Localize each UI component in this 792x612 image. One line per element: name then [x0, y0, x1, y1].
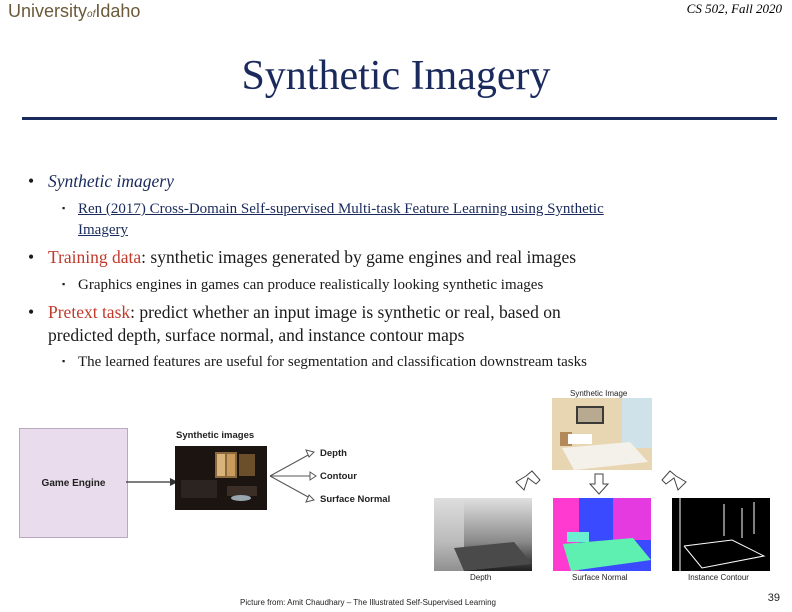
bullet-training-data: • Training data: synthetic images generat… — [28, 246, 576, 268]
reference-link[interactable]: Ren (2017) Cross-Domain Self-supervised … — [78, 201, 604, 217]
sub-bullet-reference: ▪ Ren (2017) Cross-Domain Self-supervised… — [62, 199, 604, 218]
title-divider — [22, 117, 777, 120]
output-depth-label: Depth — [320, 448, 347, 459]
reference-link-cont[interactable]: Imagery — [78, 222, 128, 238]
bullet-lead: Pretext task — [48, 302, 131, 322]
surface-normal-image — [553, 498, 651, 571]
sub-bullet-reference-cont: Imagery — [78, 221, 128, 239]
surface-normal-caption: Surface Normal — [572, 573, 628, 582]
game-engine-label: Game Engine — [41, 477, 106, 489]
instance-contour-image — [672, 498, 770, 571]
bullet-pretext-task-cont: predicted depth, surface normal, and ins… — [48, 324, 464, 346]
logo-text-idaho: Idaho — [95, 1, 141, 21]
bullet-text: : predict whether an input image is synt… — [130, 302, 561, 322]
sub-bullet-features: ▪ The learned features are useful for seg… — [62, 352, 587, 371]
output-contour-label: Contour — [320, 471, 357, 482]
depth-caption: Depth — [470, 573, 492, 582]
sub-bullet-text: Graphics engines in games can produce re… — [78, 277, 544, 293]
synthetic-room-image — [175, 446, 267, 510]
square-bullet-icon: ▪ — [62, 203, 66, 213]
instance-contour-caption: Instance Contour — [688, 573, 749, 582]
bullet-text-cont: predicted depth, surface normal, and ins… — [48, 325, 465, 345]
picture-credit: Picture from: Amit Chaudhary – The Illus… — [240, 598, 496, 607]
output-surface-normal-label: Surface Normal — [320, 494, 391, 505]
bullet-text: Synthetic imagery — [48, 171, 174, 191]
square-bullet-icon: ▪ — [62, 356, 66, 366]
game-engine-box: Game Engine — [19, 428, 128, 538]
bullet-pretext-task: • Pretext task: predict whether an input … — [28, 301, 561, 323]
sub-bullet-graphics: ▪ Graphics engines in games can produce r… — [62, 275, 543, 294]
logo-text-university: University — [8, 1, 88, 21]
bullet-dot-icon: • — [28, 247, 35, 267]
output-arrows — [269, 449, 317, 503]
bullet-synthetic-imagery: • Synthetic imagery — [28, 170, 174, 192]
course-label: CS 502, Fall 2020 — [686, 1, 782, 16]
slide-title: Synthetic Imagery — [241, 53, 551, 99]
bullet-dot-icon: • — [28, 171, 35, 191]
synthetic-images-label: Synthetic images — [176, 430, 255, 441]
downward-arrows — [515, 470, 687, 495]
depth-map-image — [434, 498, 532, 571]
page-number: 39 — [767, 592, 780, 604]
synthetic-image-label: Synthetic Image — [570, 389, 628, 398]
bullet-lead: Training data — [48, 247, 142, 267]
bullet-dot-icon: • — [28, 302, 35, 322]
sub-bullet-text: The learned features are useful for segm… — [78, 354, 587, 370]
square-bullet-icon: ▪ — [62, 279, 66, 289]
bullet-text: : synthetic images generated by game eng… — [141, 247, 577, 267]
university-logo: UniversityofIdaho — [8, 1, 140, 22]
synthetic-bedroom-image — [552, 398, 652, 470]
